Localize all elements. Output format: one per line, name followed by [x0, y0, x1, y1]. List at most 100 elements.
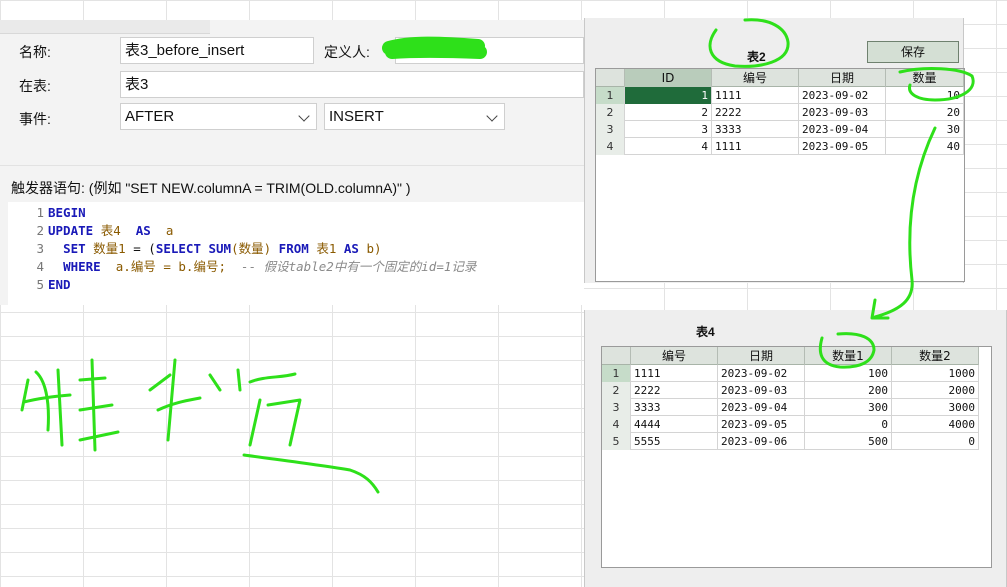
trigger-code-editor[interactable]: 1 BEGIN 2 UPDATE 表4 AS a 3 SET 数量1 = (SELE… — [8, 202, 584, 305]
cell-date[interactable]: 2023-09-03 — [718, 382, 805, 399]
cell-code[interactable]: 3333 — [631, 399, 718, 416]
row-number: 2 — [596, 104, 625, 121]
code-token: WHERE — [63, 259, 101, 274]
cell-qty2[interactable]: 1000 — [892, 365, 979, 382]
cell-code[interactable]: 1111 — [712, 87, 799, 104]
cell-date[interactable]: 2023-09-02 — [718, 365, 805, 382]
cell-date[interactable]: 2023-09-05 — [718, 416, 805, 433]
column-header[interactable]: 编号 — [631, 347, 718, 365]
tab-strip — [0, 20, 210, 34]
cell-qty2[interactable]: 3000 — [892, 399, 979, 416]
cell-qty1[interactable]: 100 — [805, 365, 892, 382]
row-number: 1 — [602, 365, 631, 382]
cell-qty[interactable]: 10 — [886, 87, 964, 104]
line-number: 5 — [36, 277, 44, 292]
cell-qty2[interactable]: 4000 — [892, 416, 979, 433]
column-header[interactable]: 数量1 — [805, 347, 892, 365]
code-token: AS — [135, 223, 151, 238]
table-row[interactable]: 4 4444 2023-09-05 0 4000 — [602, 416, 979, 433]
line-number: 3 — [36, 241, 44, 256]
trigger-definition-panel: 名称: 表3_before_insert 定义人: 在表: 表3 事件: AFT… — [0, 20, 584, 305]
code-token: END — [48, 277, 71, 292]
code-line: 3 SET 数量1 = (SELECT SUM(数量) FROM 表1 AS b… — [8, 240, 382, 258]
cell-date[interactable]: 2023-09-06 — [718, 433, 805, 450]
cell-qty1[interactable]: 200 — [805, 382, 892, 399]
column-header[interactable]: 日期 — [718, 347, 805, 365]
table-input[interactable]: 表3 — [120, 71, 584, 98]
cell-qty1[interactable]: 0 — [805, 416, 892, 433]
cell-code[interactable]: 1111 — [631, 365, 718, 382]
column-header[interactable]: 数量2 — [892, 347, 979, 365]
cell-qty[interactable]: 40 — [886, 138, 964, 155]
table-row[interactable]: 2 2222 2023-09-03 200 2000 — [602, 382, 979, 399]
code-token: SUM — [208, 241, 232, 256]
code-token: SELECT — [155, 241, 201, 256]
table-row[interactable]: 4 4 1111 2023-09-05 40 — [596, 138, 964, 155]
table-row[interactable]: 3 3 3333 2023-09-04 30 — [596, 121, 964, 138]
statement-hint-bar: 触发器语句: (例如 "SET NEW.columnA = TRIM(OLD.c… — [0, 165, 584, 201]
cell-qty[interactable]: 30 — [886, 121, 964, 138]
code-line: 4 WHERE a.编号 = b.编号; -- 假设table2中有一个固定的i… — [8, 258, 476, 276]
code-comment: -- 假设table2中有一个固定的id=1记录 — [241, 259, 477, 274]
table-row[interactable]: 5 5555 2023-09-06 500 0 — [602, 433, 979, 450]
event-value: INSERT — [329, 108, 384, 125]
cell-date[interactable]: 2023-09-04 — [799, 121, 886, 138]
cell-date[interactable]: 2023-09-04 — [718, 399, 805, 416]
table4-header-row: 编号 日期 数量1 数量2 — [602, 347, 979, 365]
column-header[interactable]: 编号 — [712, 69, 799, 87]
line-number: 2 — [36, 223, 44, 238]
definer-input[interactable] — [395, 37, 584, 64]
table4-grid: 编号 日期 数量1 数量2 1 1111 2023-09-02 100 1000… — [601, 346, 992, 568]
row-number: 3 — [602, 399, 631, 416]
timing-value: AFTER — [125, 108, 175, 125]
code-token: b) — [366, 241, 382, 256]
row-number: 4 — [596, 138, 625, 155]
cell-code[interactable]: 5555 — [631, 433, 718, 450]
row-number: 4 — [602, 416, 631, 433]
code-token: AS — [343, 241, 359, 256]
column-header[interactable]: 数量 — [886, 69, 964, 87]
column-header[interactable]: 日期 — [799, 69, 886, 87]
cell-id[interactable]: 3 — [625, 121, 712, 138]
code-token: a.编号 = b.编号; — [115, 259, 226, 274]
cell-code[interactable]: 2222 — [631, 382, 718, 399]
code-token: 表1 — [316, 241, 337, 256]
event-select[interactable]: INSERT — [324, 103, 505, 130]
cell-qty1[interactable]: 300 — [805, 399, 892, 416]
row-number: 2 — [602, 382, 631, 399]
code-line: 1 BEGIN — [8, 204, 86, 222]
code-token: UPDATE — [48, 223, 94, 238]
cell-id[interactable]: 1 — [625, 87, 712, 104]
cell-qty[interactable]: 20 — [886, 104, 964, 121]
cell-code[interactable]: 2222 — [712, 104, 799, 121]
save-button[interactable]: 保存 — [867, 41, 959, 63]
table-row[interactable]: 1 1 1111 2023-09-02 10 — [596, 87, 964, 104]
cell-date[interactable]: 2023-09-02 — [799, 87, 886, 104]
cell-qty2[interactable]: 2000 — [892, 382, 979, 399]
code-token: (数量) — [231, 241, 272, 256]
row-number: 1 — [596, 87, 625, 104]
code-token: BEGIN — [48, 205, 86, 220]
table-row[interactable]: 3 3333 2023-09-04 300 3000 — [602, 399, 979, 416]
code-line: 2 UPDATE 表4 AS a — [8, 222, 173, 240]
timing-select[interactable]: AFTER — [120, 103, 317, 130]
cell-id[interactable]: 4 — [625, 138, 712, 155]
code-token: a — [165, 223, 174, 238]
trigger-name-input[interactable]: 表3_before_insert — [120, 37, 314, 64]
cell-qty1[interactable]: 500 — [805, 433, 892, 450]
cell-id[interactable]: 2 — [625, 104, 712, 121]
cell-date[interactable]: 2023-09-03 — [799, 104, 886, 121]
table-row[interactable]: 1 1111 2023-09-02 100 1000 — [602, 365, 979, 382]
cell-qty2[interactable]: 0 — [892, 433, 979, 450]
row-number: 3 — [596, 121, 625, 138]
code-line: 5 END — [8, 276, 71, 294]
cell-code[interactable]: 3333 — [712, 121, 799, 138]
cell-code[interactable]: 4444 — [631, 416, 718, 433]
table-row[interactable]: 2 2 2222 2023-09-03 20 — [596, 104, 964, 121]
cell-code[interactable]: 1111 — [712, 138, 799, 155]
cell-date[interactable]: 2023-09-05 — [799, 138, 886, 155]
table2-title: 表2 — [747, 50, 766, 64]
line-number: 4 — [36, 259, 44, 274]
column-header[interactable]: ID — [625, 69, 712, 87]
corner-cell — [596, 69, 625, 87]
